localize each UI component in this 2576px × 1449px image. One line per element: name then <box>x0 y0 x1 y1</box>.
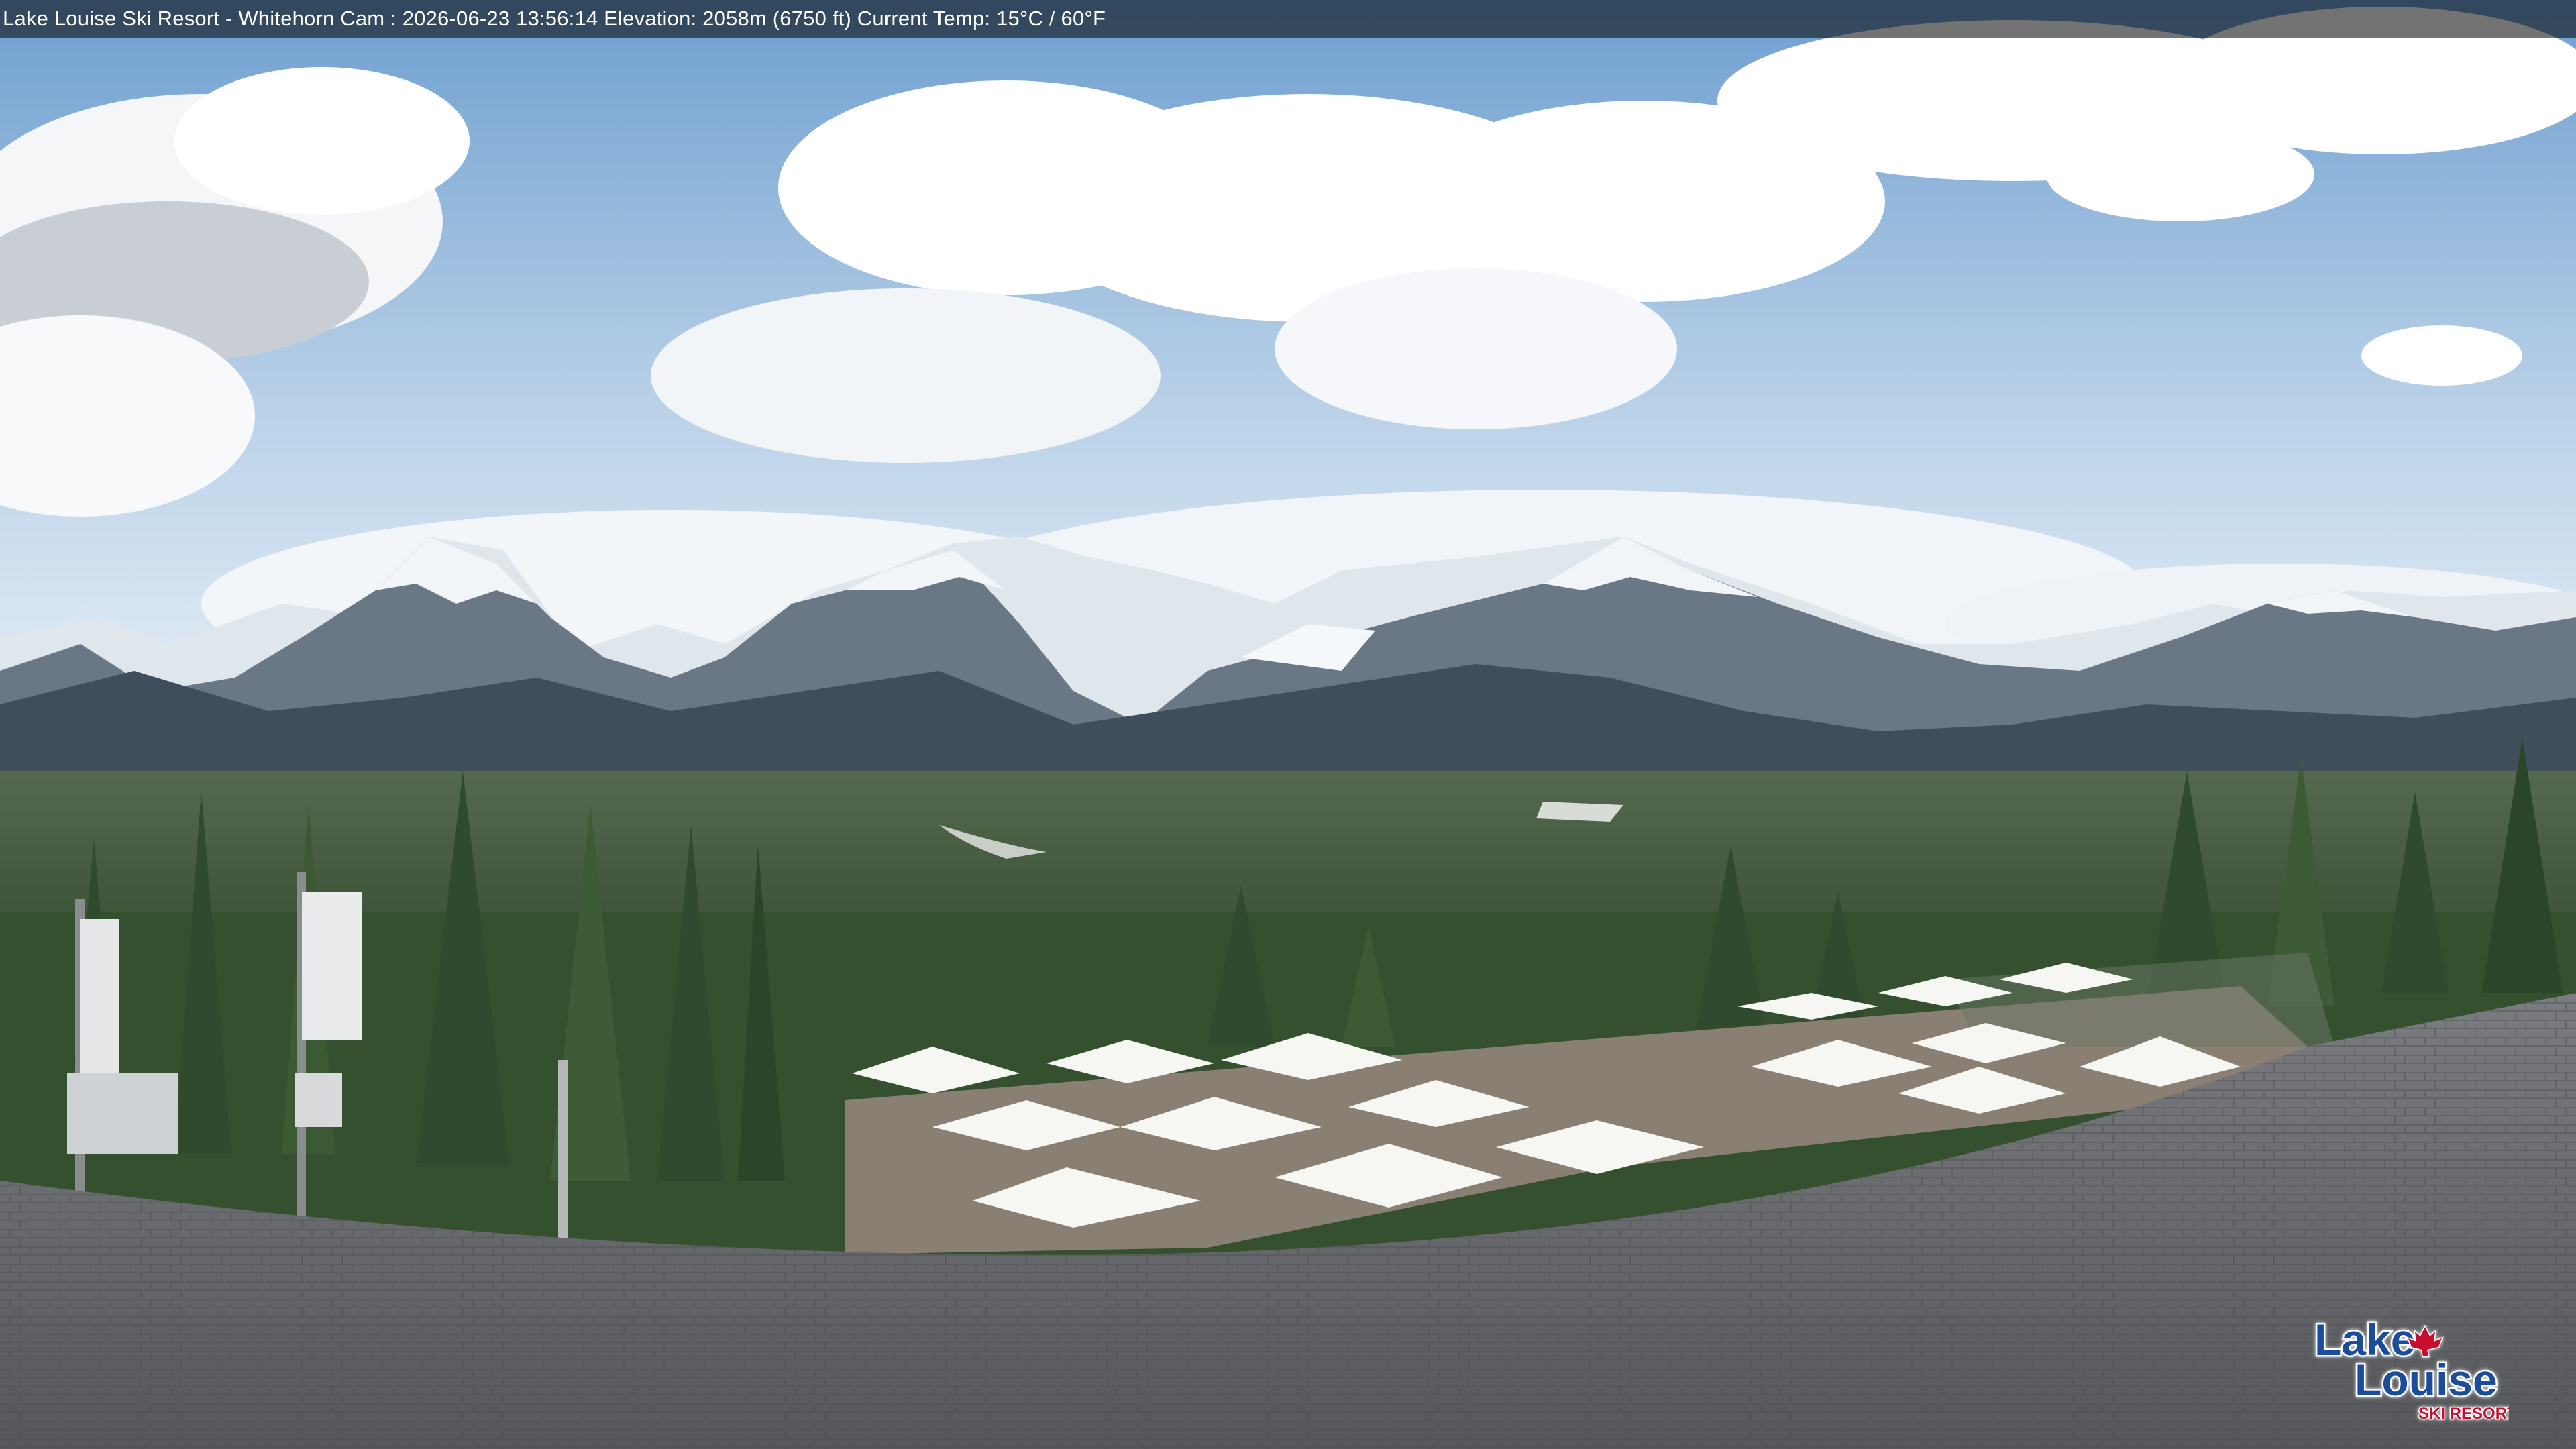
svg-text:Louise: Louise <box>2355 1355 2498 1405</box>
webcam-caption: Lake Louise Ski Resort - Whitehorn Cam :… <box>3 7 1106 30</box>
webcam-scene <box>0 0 2576 1449</box>
svg-text:SKI RESORT: SKI RESORT <box>2418 1405 2509 1423</box>
lake-louise-logo: Lake Louise SKI RESORT <box>2313 1315 2510 1424</box>
webcam-caption-bar: Lake Louise Ski Resort - Whitehorn Cam :… <box>0 0 2576 38</box>
